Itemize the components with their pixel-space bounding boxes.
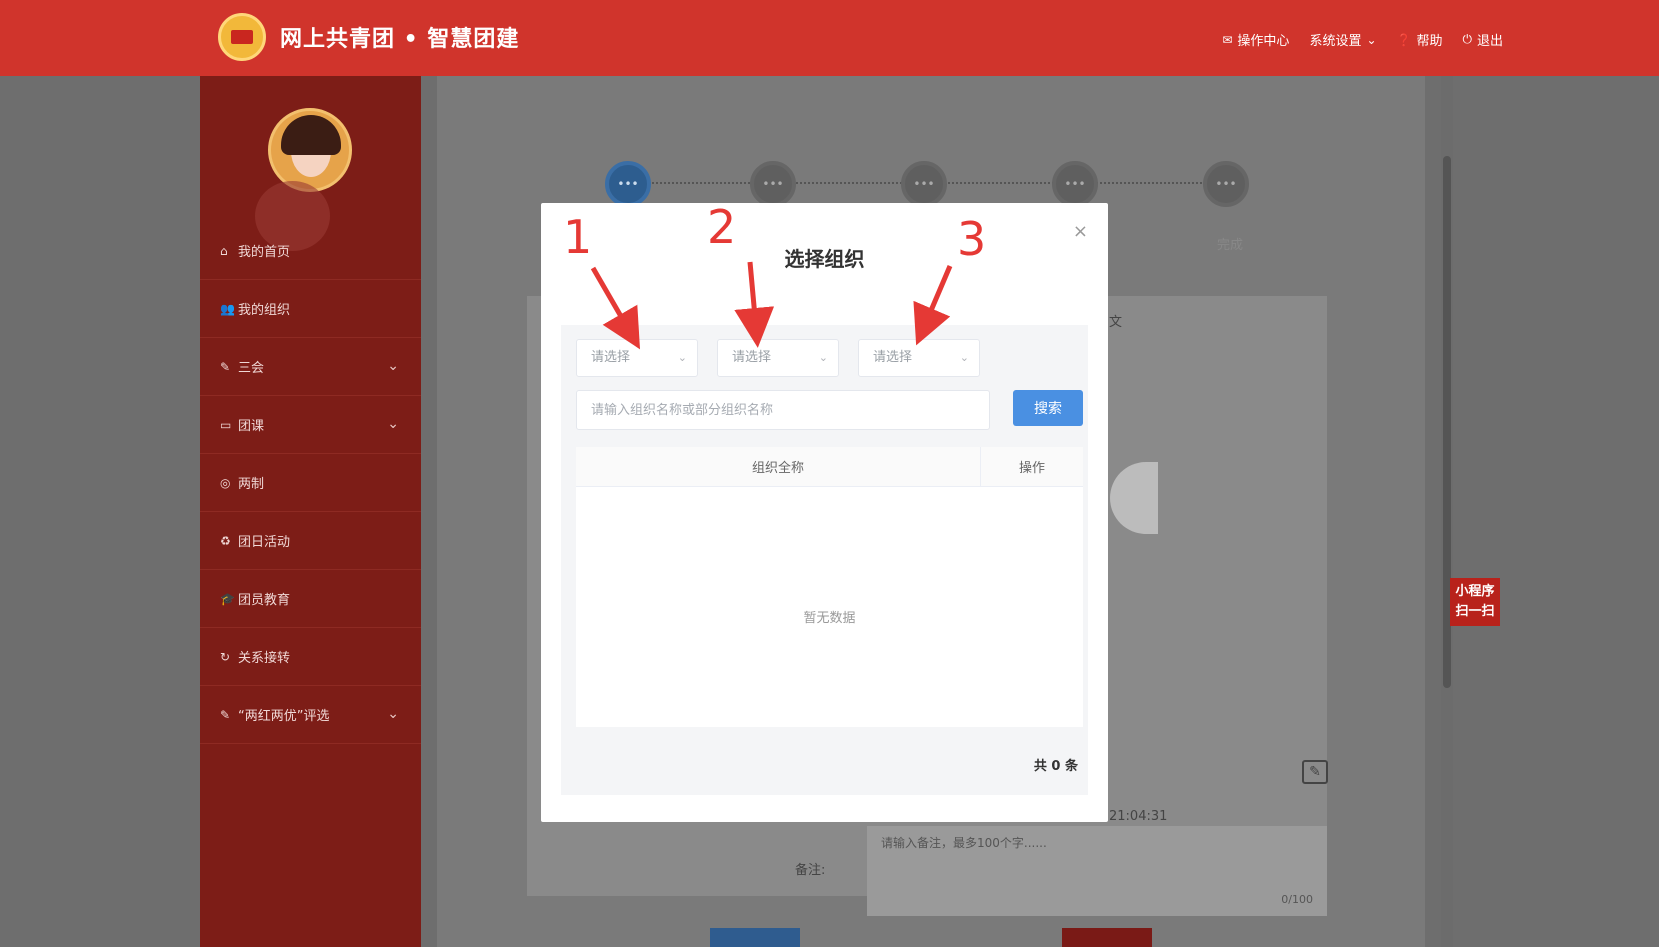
annotation-label-1: 1	[563, 210, 593, 264]
nav-label: 系统设置	[1309, 34, 1362, 49]
recycle-icon: ♻	[220, 533, 231, 548]
close-icon[interactable]: ×	[1073, 223, 1088, 241]
table-header: 组织全称 操作	[576, 447, 1083, 487]
nav-label: 退出	[1476, 34, 1503, 49]
remark-count: 0/100	[1281, 893, 1313, 906]
users-icon: 👥	[220, 301, 235, 316]
sidebar-item-league-class[interactable]: ▭ 团课 ⌄	[200, 396, 421, 454]
mini-program-line2: 扫一扫	[1455, 604, 1495, 619]
chevron-down-icon: ⌄	[677, 351, 687, 364]
sidebar-item-label: 三会	[238, 361, 265, 376]
nav-label: 帮助	[1416, 34, 1443, 49]
org-level-select-1[interactable]: 请选择 ⌄	[576, 339, 698, 377]
envelope-icon: ✉	[1222, 32, 1233, 47]
edit-icon: ✎	[220, 359, 231, 374]
next-button[interactable]	[1062, 928, 1152, 947]
search-button[interactable]: 搜索	[1013, 390, 1083, 426]
nav-system-settings[interactable]: 系统设置 ⌄	[1309, 30, 1377, 50]
org-level-select-3[interactable]: 请选择 ⌄	[858, 339, 980, 377]
sidebar-item-three-meetings[interactable]: ✎ 三会 ⌄	[200, 338, 421, 396]
org-search-input[interactable]	[576, 390, 990, 430]
step-3: •••	[901, 161, 947, 207]
sidebar-item-label: 团课	[238, 419, 265, 434]
help-icon: ❓	[1396, 32, 1412, 47]
remark-placeholder: 请输入备注，最多100个字......	[881, 836, 1047, 850]
remark-textarea[interactable]: 请输入备注，最多100个字...... 0/100	[867, 826, 1327, 916]
sidebar-item-label: 两制	[238, 477, 265, 492]
chevron-down-icon: ⌄	[818, 351, 828, 364]
top-header: 网上共青团 • 智慧团建 ✉ 操作中心 系统设置 ⌄ ❓ 帮助 ⏻ 退出	[0, 0, 1659, 76]
sidebar-item-two-systems[interactable]: ◎ 两制	[200, 454, 421, 512]
avatar[interactable]	[268, 108, 352, 192]
mini-program-qr-button[interactable]: 小程序 扫一扫	[1450, 578, 1500, 626]
dialog-body: 请选择 ⌄ 请选择 ⌄ 请选择 ⌄ 搜索 组织全称 操作 暂无数据 共 0 条	[561, 325, 1088, 795]
nav-logout[interactable]: ⏻ 退出	[1462, 30, 1503, 49]
graduation-cap-icon: 🎓	[220, 591, 235, 606]
nav-operation-center[interactable]: ✉ 操作中心	[1222, 30, 1290, 50]
sidebar-item-league-day[interactable]: ♻ 团日活动	[200, 512, 421, 570]
select-placeholder: 请选择	[732, 350, 772, 365]
remark-label: 备注:	[795, 863, 826, 878]
column-org-name: 组织全称	[576, 447, 981, 486]
chevron-down-icon: ⌄	[387, 358, 399, 374]
sidebar-item-member-education[interactable]: 🎓 团员教育	[200, 570, 421, 628]
brand[interactable]: 网上共青团 • 智慧团建	[218, 13, 519, 61]
header-nav: ✉ 操作中心 系统设置 ⌄ ❓ 帮助 ⏻ 退出	[1222, 30, 1503, 49]
edit-icon[interactable]: ✎	[1302, 760, 1328, 784]
chevron-down-icon: ⌄	[387, 706, 399, 722]
step-1: •••	[605, 161, 651, 207]
sidebar-menu: ⌂ 我的首页 👥 我的组织 ✎ 三会 ⌄ ▭ 团课 ⌄ ◎ 两制 ♻ 团日活动 …	[200, 222, 421, 744]
empty-state: 暂无数据	[803, 611, 856, 626]
sidebar-item-label: 我的首页	[238, 245, 291, 260]
target-icon: ◎	[220, 475, 231, 490]
sidebar-item-label: 我的组织	[238, 303, 291, 318]
chevron-down-icon: ⌄	[387, 416, 399, 432]
org-table: 组织全称 操作 暂无数据	[576, 447, 1083, 727]
folder-icon: ▭	[220, 417, 232, 432]
refresh-icon: ↻	[220, 649, 231, 664]
power-icon: ⏻	[1462, 32, 1472, 46]
step-2: •••	[750, 161, 796, 207]
annotation-label-2: 2	[707, 200, 737, 254]
home-icon: ⌂	[220, 243, 228, 258]
sidebar-item-label: 团日活动	[238, 535, 291, 550]
site-title: 网上共青团 • 智慧团建	[280, 27, 520, 52]
sidebar: ⌂ 我的首页 👥 我的组织 ✎ 三会 ⌄ ▭ 团课 ⌄ ◎ 两制 ♻ 团日活动 …	[200, 76, 421, 947]
sidebar-item-relation-transfer[interactable]: ↻ 关系接转	[200, 628, 421, 686]
step-5: •••	[1203, 161, 1249, 207]
nav-help[interactable]: ❓ 帮助	[1396, 30, 1443, 50]
prev-button[interactable]	[710, 928, 800, 947]
dialog-title: 选择组织	[784, 247, 865, 271]
sidebar-item-label: 关系接转	[238, 651, 291, 666]
sidebar-item-label: “两红两优”评选	[238, 709, 330, 724]
sidebar-item-selection[interactable]: ✎ “两红两优”评选 ⌄	[200, 686, 421, 744]
select-placeholder: 请选择	[591, 350, 631, 365]
step-4: •••	[1052, 161, 1098, 207]
partial-text: 文	[1109, 315, 1123, 330]
step-done-label: 完成	[1217, 238, 1244, 253]
total-count: 共 0 条	[1033, 759, 1078, 774]
edit-icon: ✎	[220, 707, 231, 722]
chevron-down-icon: ⌄	[959, 351, 969, 364]
league-logo-icon	[218, 13, 266, 61]
select-placeholder: 请选择	[873, 350, 913, 365]
column-action: 操作	[1018, 461, 1045, 476]
sidebar-item-home[interactable]: ⌂ 我的首页	[200, 222, 421, 280]
chevron-down-icon: ⌄	[1366, 32, 1377, 47]
time-text: 21:04:31	[1109, 809, 1168, 824]
org-level-select-2[interactable]: 请选择 ⌄	[717, 339, 839, 377]
mini-program-line1: 小程序	[1455, 584, 1495, 599]
nav-label: 操作中心	[1237, 34, 1290, 49]
annotation-label-3: 3	[957, 212, 987, 266]
sidebar-item-my-org[interactable]: 👥 我的组织	[200, 280, 421, 338]
sidebar-item-label: 团员教育	[238, 593, 291, 608]
select-organization-dialog: × 选择组织 请选择 ⌄ 请选择 ⌄ 请选择 ⌄ 搜索 组织全称 操作 暂无数据…	[541, 203, 1108, 822]
